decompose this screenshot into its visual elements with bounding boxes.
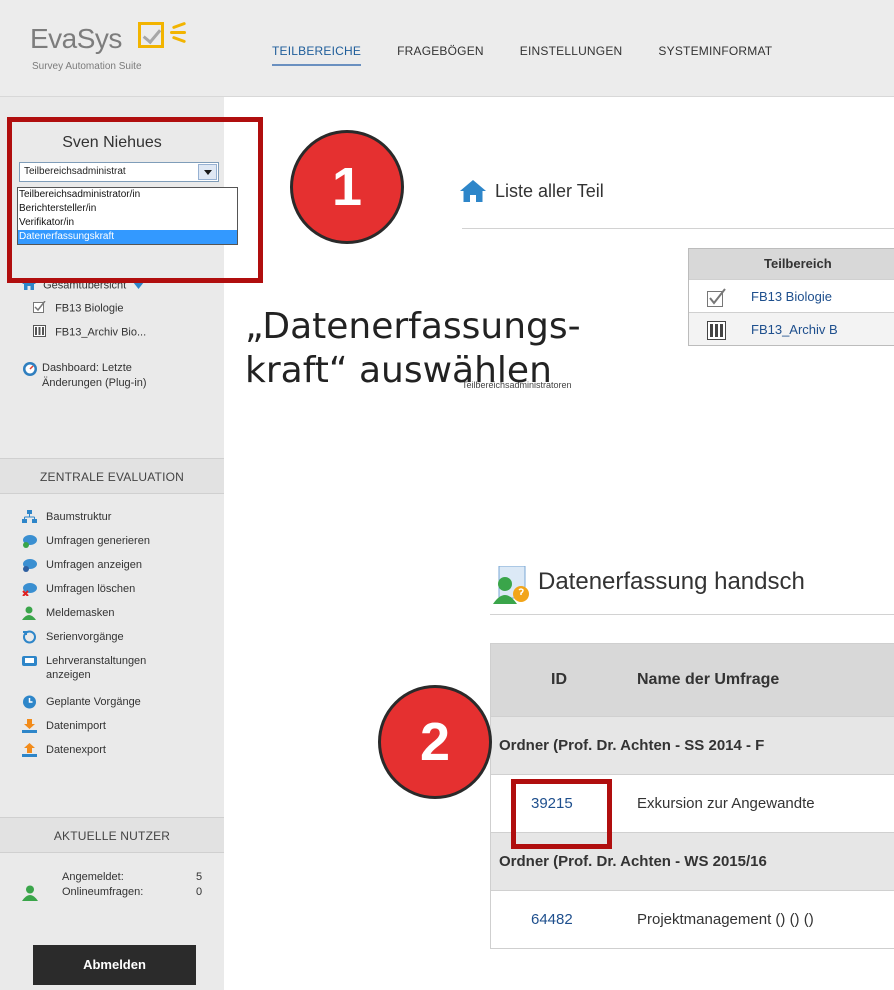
divider bbox=[462, 228, 894, 229]
top-header: EvaSys Survey Automation Suite TEILBEREI… bbox=[0, 0, 894, 97]
nav-einstellungen[interactable]: EINSTELLUNGEN bbox=[520, 44, 623, 66]
stat-logged-in-label: Angemeldet: bbox=[62, 871, 124, 883]
surveys-table-header: ID Name der Umfrage bbox=[491, 644, 894, 716]
home-icon bbox=[460, 180, 486, 207]
courses-icon bbox=[22, 654, 37, 668]
nav-frageboegen[interactable]: FRAGEBÖGEN bbox=[397, 44, 484, 66]
menu-datenexport[interactable]: Datenexport bbox=[22, 743, 106, 757]
instruction-line-1: „Datenerfassungs- bbox=[245, 306, 581, 347]
show-surveys-icon bbox=[22, 558, 37, 572]
subarea-link[interactable]: FB13 Biologie bbox=[751, 289, 832, 304]
tree-item-label: FB13_Archiv Bio... bbox=[55, 326, 147, 339]
menu-label-2: anzeigen bbox=[46, 669, 91, 681]
menu-umfragen-generieren[interactable]: Umfragen generieren bbox=[22, 534, 150, 548]
menu-label: Serienvorgänge bbox=[46, 631, 124, 643]
table-row[interactable]: FB13 Biologie bbox=[689, 279, 894, 312]
user-form-icon bbox=[22, 606, 37, 620]
menu-label: Lehrveranstaltungen bbox=[46, 655, 147, 667]
menu-label: Datenimport bbox=[46, 720, 106, 732]
menu-umfragen-anzeigen[interactable]: Umfragen anzeigen bbox=[22, 558, 142, 572]
stat-logged-in-value: 5 bbox=[196, 871, 203, 883]
step-2-badge: 2 bbox=[378, 685, 492, 799]
dashboard-icon bbox=[22, 361, 38, 382]
delete-surveys-icon bbox=[22, 582, 37, 597]
logo-check-icon bbox=[138, 22, 164, 48]
tree-item-label: FB13 Biologie bbox=[55, 302, 124, 315]
menu-label: Umfragen löschen bbox=[46, 583, 136, 595]
menu-label: Umfragen anzeigen bbox=[46, 559, 143, 571]
evasys-page: EvaSys Survey Automation Suite TEILBEREI… bbox=[0, 0, 894, 990]
data-entry-icon bbox=[491, 565, 531, 609]
archive-icon bbox=[707, 320, 727, 353]
divider bbox=[490, 614, 894, 615]
dashboard-label-1: Dashboard: Letzte bbox=[42, 362, 132, 374]
survey-name: Exkursion zur Angewandte bbox=[637, 795, 815, 812]
tree-item-fb13-archiv[interactable]: FB13_Archiv Bio... bbox=[33, 325, 146, 340]
menu-umfragen-loeschen[interactable]: Umfragen löschen bbox=[22, 582, 136, 597]
nav-systeminformation[interactable]: SYSTEMINFORMAT bbox=[658, 44, 772, 66]
logo-rays-icon bbox=[170, 21, 190, 44]
step-1-badge: 1 bbox=[290, 130, 404, 244]
menu-label: Meldemasken bbox=[46, 607, 115, 619]
menu-label: Datenexport bbox=[46, 744, 106, 756]
instruction-text: „Datenerfassungs- kraft“ auswählen bbox=[245, 305, 581, 393]
survey-name: Projektmanagement () () () bbox=[637, 911, 814, 928]
table-row[interactable]: FB13_Archiv B bbox=[689, 312, 894, 345]
user-online-icon bbox=[22, 885, 38, 906]
col-id: ID bbox=[551, 671, 567, 688]
main-nav: TEILBEREICHE FRAGEBÖGEN EINSTELLUNGEN SY… bbox=[272, 44, 808, 66]
checkbox-form-icon bbox=[33, 300, 46, 316]
scheduled-icon bbox=[22, 695, 37, 709]
menu-baumstruktur[interactable]: Baumstruktur bbox=[22, 510, 111, 524]
highlight-survey-id bbox=[511, 779, 612, 849]
subareas-table-header: Teilbereich bbox=[689, 249, 894, 279]
subarea-link[interactable]: FB13_Archiv B bbox=[751, 322, 838, 337]
menu-meldemasken[interactable]: Meldemasken bbox=[22, 606, 114, 620]
survey-id-link[interactable]: 64482 bbox=[531, 891, 573, 948]
folder-row: Ordner (Prof. Dr. Achten - SS 2014 - F bbox=[491, 716, 894, 774]
import-icon bbox=[22, 719, 37, 733]
logo-name: EvaSys bbox=[30, 23, 122, 54]
subareas-table: Teilbereich FB13 Biologie FB13_Archiv B bbox=[688, 248, 894, 346]
series-process-icon bbox=[22, 630, 37, 644]
nav-teilbereiche[interactable]: TEILBEREICHE bbox=[272, 44, 362, 66]
menu-label: Umfragen generieren bbox=[46, 535, 150, 547]
col-name: Name der Umfrage bbox=[637, 671, 780, 688]
tree-structure-icon bbox=[22, 510, 37, 524]
table-row[interactable]: 64482 Projektmanagement () () () bbox=[491, 890, 894, 948]
subareas-list-title: Liste aller Teil bbox=[495, 181, 604, 201]
data-entry-title: Datenerfassung handsch bbox=[538, 568, 805, 595]
section-aktuelle-nutzer: AKTUELLE NUTZER bbox=[0, 817, 224, 853]
menu-label: Geplante Vorgänge bbox=[46, 696, 141, 708]
evasys-logo[interactable]: EvaSys Survey Automation Suite bbox=[30, 20, 220, 80]
dashboard-link[interactable]: Dashboard: Letzte Änderungen (Plug-in) bbox=[22, 361, 147, 391]
generate-surveys-icon bbox=[22, 534, 37, 548]
menu-datenimport[interactable]: Datenimport bbox=[22, 719, 106, 733]
logo-tagline: Survey Automation Suite bbox=[32, 61, 142, 72]
menu-serienvorgaenge[interactable]: Serienvorgänge bbox=[22, 630, 124, 644]
export-icon bbox=[22, 743, 37, 757]
logout-button[interactable]: Abmelden bbox=[33, 945, 196, 985]
menu-lehrveranstaltungen[interactable]: Lehrveranstaltungen anzeigen bbox=[22, 654, 146, 682]
menu-geplante-vorgaenge[interactable]: Geplante Vorgänge bbox=[22, 695, 141, 709]
highlight-role-select bbox=[7, 117, 263, 283]
instruction-line-2: kraft“ auswählen bbox=[245, 350, 552, 391]
menu-label: Baumstruktur bbox=[46, 511, 112, 523]
tree-item-fb13-biologie[interactable]: FB13 Biologie bbox=[33, 300, 124, 316]
section-zentrale-evaluation: ZENTRALE EVALUATION bbox=[0, 458, 224, 494]
stat-online-label: Onlineumfragen: bbox=[62, 886, 144, 898]
stat-online-value: 0 bbox=[196, 886, 203, 898]
dashboard-label-2: Änderungen (Plug-in) bbox=[42, 377, 147, 389]
archive-icon bbox=[33, 325, 46, 340]
